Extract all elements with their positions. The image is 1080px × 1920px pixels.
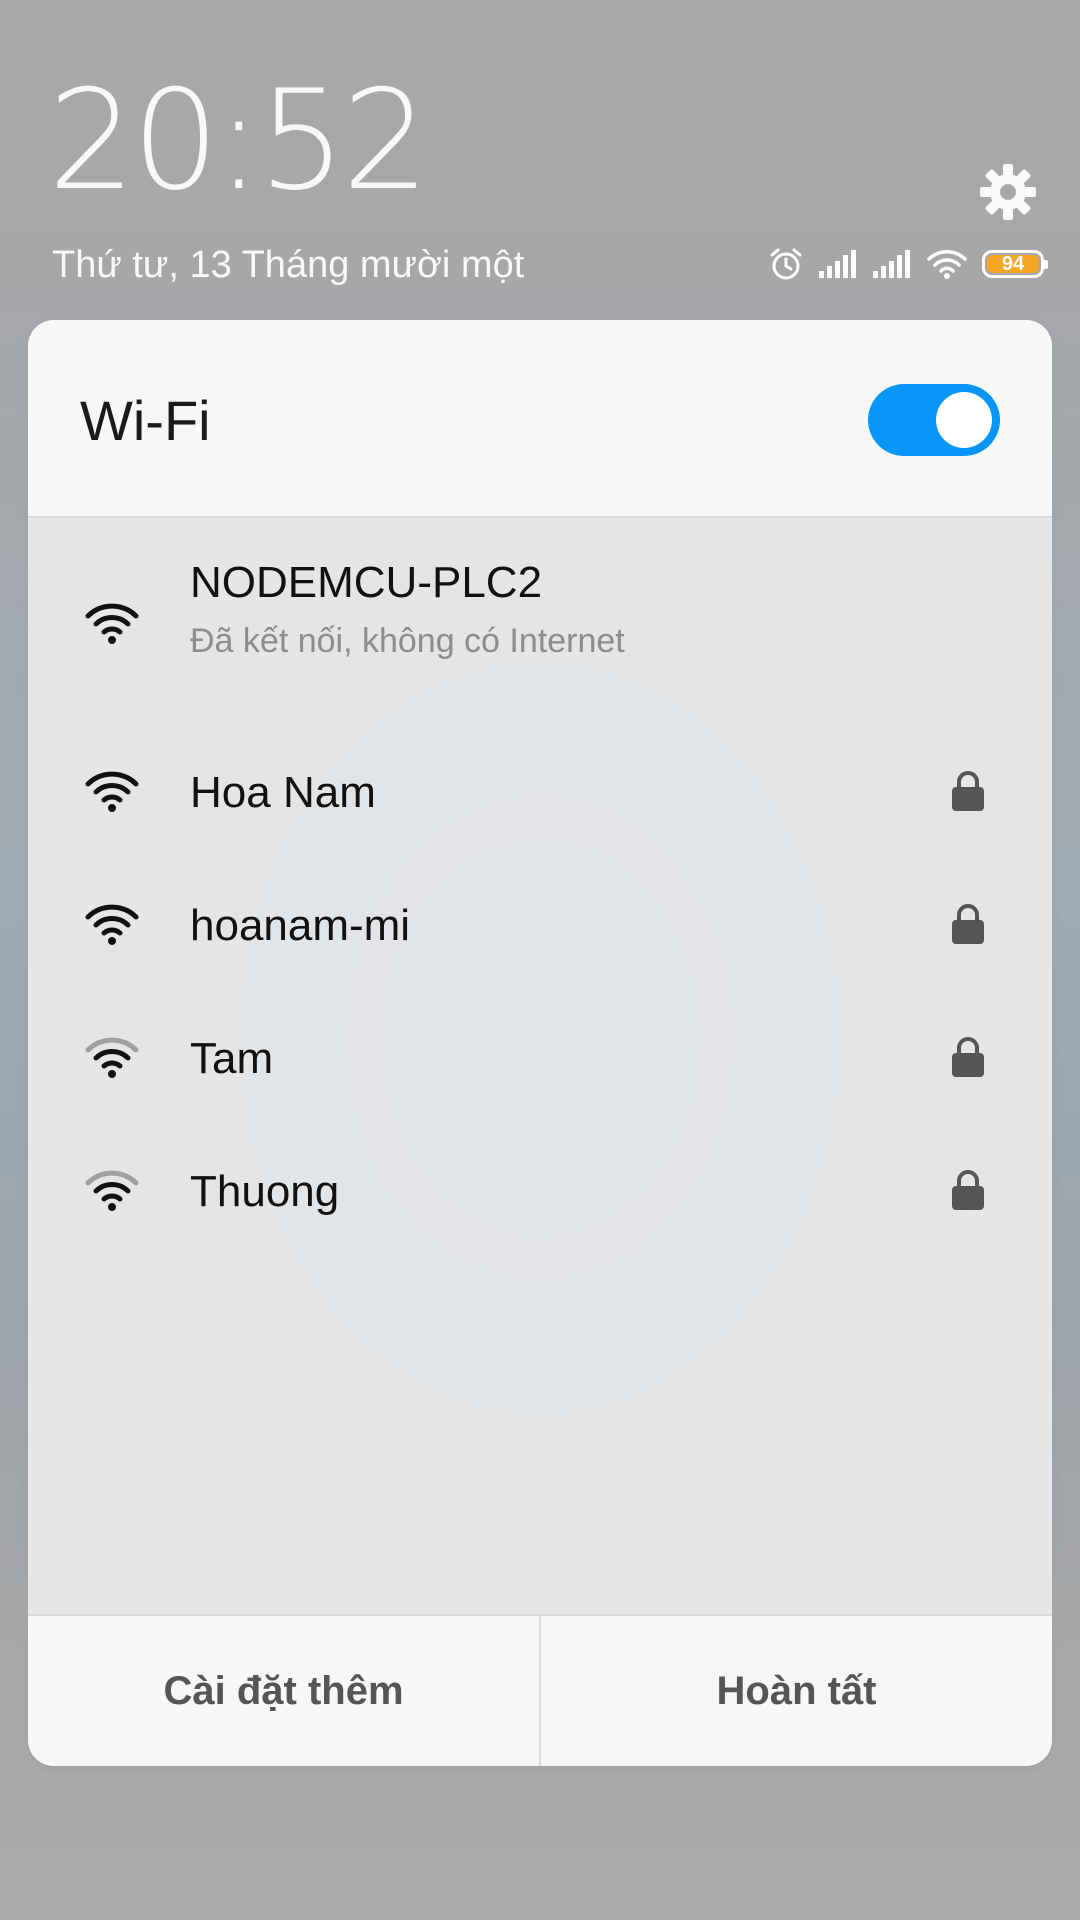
lock-icon: [952, 904, 984, 944]
battery-icon: 94: [982, 250, 1048, 278]
settings-button[interactable]: [976, 160, 1040, 224]
lock-icon: [952, 771, 984, 811]
wifi-signal-medium-icon: [85, 1170, 139, 1211]
wifi-signal-full-icon: [85, 904, 139, 945]
network-status: Đã kết nối, không có Internet: [190, 622, 625, 660]
gear-icon: [980, 164, 1036, 220]
network-list: NODEMCU-PLC2 Đã kết nối, không có Intern…: [28, 518, 1052, 1612]
wifi-toggle-knob: [936, 392, 992, 448]
network-name: Tam: [190, 1034, 274, 1083]
network-name: NODEMCU-PLC2: [190, 558, 543, 607]
wifi-panel-footer: Cài đặt thêm Hoàn tất: [28, 1614, 1052, 1766]
alarm-icon: [770, 248, 802, 280]
done-button[interactable]: Hoàn tất: [541, 1616, 1052, 1766]
date-label: Thứ tư, 13 Tháng mười một: [52, 244, 525, 286]
wifi-signal-full-icon: [85, 603, 139, 644]
network-item[interactable]: Thuong: [28, 1141, 1052, 1241]
battery-level: 94: [987, 253, 1039, 275]
network-item[interactable]: NODEMCU-PLC2 Đã kết nối, không có Intern…: [28, 554, 1052, 684]
wifi-toggle[interactable]: [868, 384, 1000, 456]
network-item[interactable]: Hoa Nam: [28, 742, 1052, 842]
wifi-panel-title: Wi-Fi: [80, 389, 211, 452]
signal-icon: [819, 250, 856, 278]
more-settings-button[interactable]: Cài đặt thêm: [28, 1616, 539, 1766]
clock: 20:52: [48, 60, 430, 221]
lock-icon: [952, 1037, 984, 1077]
wifi-signal-medium-icon: [85, 1037, 139, 1078]
status-icons: 94: [768, 244, 1048, 284]
network-item[interactable]: Tam: [28, 1008, 1052, 1108]
signal-icon: [873, 250, 910, 278]
network-item[interactable]: hoanam-mi: [28, 875, 1052, 975]
wifi-panel-header: Wi-Fi: [28, 320, 1052, 518]
wifi-icon: [927, 250, 967, 279]
lock-icon: [952, 1170, 984, 1210]
wifi-panel: Wi-Fi NODEMCU-PLC2 Đã kết nối, không có …: [28, 320, 1052, 1766]
network-name: Thuong: [190, 1167, 340, 1216]
network-name: hoanam-mi: [190, 901, 411, 950]
wifi-signal-full-icon: [85, 771, 139, 812]
network-name: Hoa Nam: [190, 768, 376, 817]
